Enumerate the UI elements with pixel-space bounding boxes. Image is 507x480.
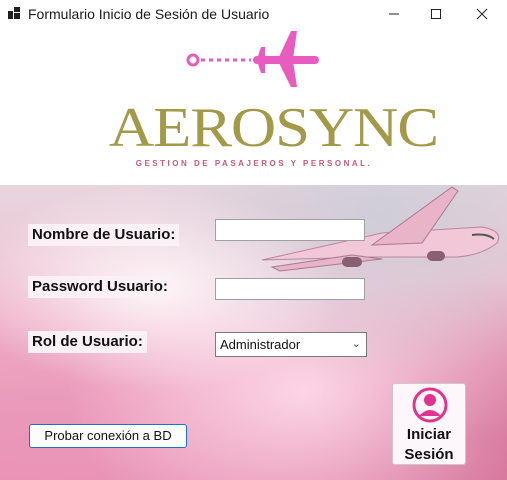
test-connection-button[interactable]: Probar conexión a BD: [29, 424, 187, 448]
user-icon: [412, 387, 448, 423]
role-select[interactable]: Administrador ⌄: [215, 332, 367, 357]
maximize-button[interactable]: [413, 0, 459, 28]
login-label-line2: Sesión: [404, 446, 454, 463]
login-button[interactable]: Iniciar Sesión: [392, 383, 466, 465]
maximize-icon: [431, 9, 441, 19]
password-input[interactable]: [215, 278, 365, 300]
close-icon: [476, 8, 488, 20]
role-label: Rol de Usuario:: [28, 331, 147, 353]
logo-header: AEROSYNC GESTION DE PASAJEROS Y PERSONAL…: [0, 28, 507, 185]
username-label: Nombre de Usuario:: [28, 224, 180, 246]
minimize-icon: [389, 13, 399, 15]
title-bar: Formulario Inicio de Sesión de Usuario: [0, 0, 507, 28]
logo-wordmark: AEROSYNC: [108, 97, 439, 159]
app-icon: [8, 7, 20, 19]
username-input[interactable]: [215, 219, 365, 241]
role-select-value: Administrador: [220, 337, 301, 352]
password-label: Password Usuario:: [28, 276, 172, 298]
airplane-logo-icon: [186, 31, 319, 87]
logo-tagline: GESTION DE PASAJEROS Y PERSONAL.: [135, 159, 373, 168]
login-button-label: Iniciar Sesión: [393, 425, 465, 465]
chevron-down-icon: ⌄: [351, 338, 361, 350]
minimize-button[interactable]: [371, 0, 417, 28]
window-title: Formulario Inicio de Sesión de Usuario: [28, 6, 270, 22]
close-button[interactable]: [459, 0, 505, 28]
login-label-line1: Iniciar: [406, 426, 452, 443]
